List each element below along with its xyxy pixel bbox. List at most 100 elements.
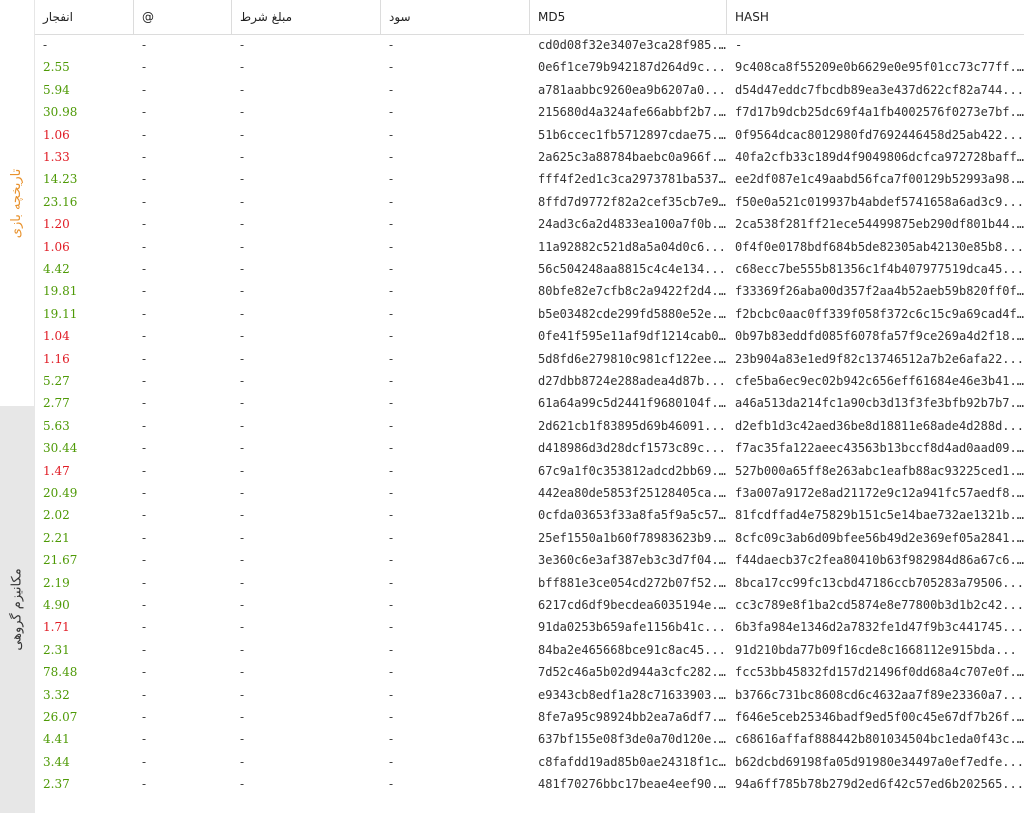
table-row[interactable]: 2.19 - - - bff881e3ce054cd272b07f52... 8bca17… — [35, 572, 1024, 594]
table-row[interactable]: 5.63 - - - 2d621cb1f83895d69b46091... d2efb1d… — [35, 415, 1024, 437]
cell-bet: - — [240, 329, 245, 344]
cell-profit: - — [389, 306, 394, 321]
table-row[interactable]: 3.44 - - - c8fafdd19ad85b0ae24318f1c... b62dc… — [35, 751, 1024, 773]
cell-at: - — [142, 620, 147, 635]
cell-bet: - — [240, 754, 245, 769]
cell-md5: 8fe7a95c98924bb2ea7a6df7... — [538, 710, 727, 724]
table-row[interactable]: 30.44 - - - d418986d3d28dcf1573c89c... f7ac35… — [35, 437, 1024, 459]
cell-at: - — [142, 396, 147, 411]
table-row[interactable]: 78.48 - - - 7d52c46a5b02d944a3cfc282... fcc53… — [35, 661, 1024, 683]
cell-crash: 4.42 — [43, 262, 70, 276]
cell-at: - — [142, 374, 147, 388]
cell-profit: - — [389, 194, 394, 209]
table-row[interactable]: 4.42 - - - 56c504248aa8815c4c4e134... c68ecc7… — [35, 258, 1024, 280]
cell-hash: fcc53bb45832fd157d21496f0dd68a4c707e0f..… — [735, 665, 1024, 680]
cell-at: - — [142, 329, 147, 344]
cell-crash: 2.77 — [43, 396, 70, 411]
cell-profit: - — [389, 732, 394, 747]
cell-crash: 14.23 — [43, 172, 78, 187]
cell-hash: f50e0a521c019937b4abdef5741658a6ad3c9... — [735, 194, 1024, 209]
cell-hash: cc3c789e8f1ba2cd5874e8e77800b3d1b2c42... — [735, 598, 1024, 612]
table-row[interactable]: 1.04 - - - 0fe41f595e11af9df1214cab0... 0b97b… — [35, 325, 1024, 347]
cell-at: - — [142, 687, 147, 702]
cell-profit: - — [389, 642, 394, 657]
cell-at: - — [142, 172, 147, 187]
tab-group-mechanism[interactable]: مکانیزم گروهی — [0, 406, 35, 813]
column-header-profit[interactable]: سود — [381, 0, 530, 35]
table-row[interactable]: 26.07 - - - 8fe7a95c98924bb2ea7a6df7... f646e… — [35, 706, 1024, 728]
table-row[interactable]: 1.06 - - - 51b6ccec1fb5712897cdae75... 0f9564… — [35, 124, 1024, 146]
table-row[interactable]: 5.27 - - - d27dbb8724e288adea4d87b... cfe5ba6… — [35, 370, 1024, 392]
column-header-crash[interactable]: انفجار — [35, 0, 134, 35]
cell-md5: e9343cb8edf1a28c71633903... — [538, 687, 727, 702]
column-header-md5[interactable]: MD5 — [530, 0, 727, 35]
column-header-hash[interactable]: HASH — [727, 0, 1024, 35]
cell-crash: 2.31 — [43, 642, 70, 657]
cell-crash: 5.94 — [43, 82, 70, 97]
cell-profit: - — [389, 710, 394, 724]
cell-hash: b3766c731bc8608cd6c4632aa7f89e23360a7... — [735, 687, 1024, 702]
cell-hash: 0b97b83eddfd085f6078fa57f9ce269a4d2f18..… — [735, 329, 1024, 344]
table-row[interactable]: 20.49 - - - 442ea80de5853f25128405ca... f3a00… — [35, 482, 1024, 504]
cell-bet: - — [240, 396, 245, 411]
cell-bet: - — [240, 620, 245, 635]
table-row[interactable]: 4.41 - - - 637bf155e08f3de0a70d120e... c68616… — [35, 728, 1024, 750]
table-row[interactable]: 3.32 - - - e9343cb8edf1a28c71633903... b3766c… — [35, 684, 1024, 706]
cell-bet: - — [240, 262, 245, 276]
table-row[interactable]: 19.11 - - - b5e03482cde299fd5880e52e... f2bcb… — [35, 303, 1024, 325]
table-row[interactable]: 2.37 - - - 481f70276bbc17beae4eef90... 94a6ff… — [35, 773, 1024, 795]
cell-hash: 6b3fa984e1346d2a7832fe1d47f9b3c441745... — [735, 620, 1024, 635]
cell-md5: 0cfda03653f33a8fa5f9a5c57... — [538, 508, 727, 523]
table-row[interactable]: 19.81 - - - 80bfe82e7cfb8c2a9422f2d4... f3336… — [35, 280, 1024, 302]
cell-bet: - — [240, 463, 245, 478]
table-row[interactable]: 2.55 - - - 0e6f1ce79b942187d264d9c... 9c408ca… — [35, 56, 1024, 78]
table-row[interactable]: 5.94 - - - a781aabbc9260ea9b6207a0... d54d47e… — [35, 79, 1024, 101]
cell-at: - — [142, 418, 147, 433]
column-header-bet[interactable]: مبلغ شرط — [232, 0, 381, 35]
cell-bet: - — [240, 239, 245, 254]
table-row[interactable]: 2.77 - - - 61a64a99c5d2441f9680104f... a46a51… — [35, 392, 1024, 414]
cell-crash: - — [43, 38, 48, 52]
cell-profit: - — [389, 150, 394, 164]
table-row[interactable]: 21.67 - - - 3e360c6e3af387eb3c3d7f04... f44da… — [35, 549, 1024, 571]
table-row[interactable]: 1.20 - - - 24ad3c6a2d4833ea100a7f0b... 2ca538… — [35, 213, 1024, 235]
cell-hash: 0f4f0e0178bdf684b5de82305ab42130e85b8... — [735, 239, 1024, 254]
cell-crash: 1.04 — [43, 329, 70, 344]
cell-profit: - — [389, 486, 394, 500]
cell-hash: f44daecb37c2fea80410b63f982984d86a67c6..… — [735, 553, 1024, 568]
table-row[interactable]: 1.33 - - - 2a625c3a88784baebc0a966f... 40fa2c… — [35, 146, 1024, 168]
table-row[interactable]: 2.31 - - - 84ba2e465668bce91c8ac45... 91d210b… — [35, 639, 1024, 661]
cell-md5: d418986d3d28dcf1573c89c... — [538, 441, 726, 456]
cell-bet: - — [240, 306, 245, 321]
column-header-at[interactable]: @ — [134, 0, 232, 35]
tab-game-history[interactable]: تاریخچه بازی — [0, 0, 35, 406]
cell-profit: - — [389, 418, 394, 433]
table-row[interactable]: 2.21 - - - 25ef1550a1b60f78983623b9... 8cfc09… — [35, 527, 1024, 549]
table-row[interactable]: 23.16 - - - 8ffd7d9772f82a2cef35cb7e9... f50e… — [35, 191, 1024, 213]
cell-crash: 1.33 — [43, 150, 70, 164]
cell-hash: b62dcbd69198fa05d91980e34497a0ef7edfe... — [735, 754, 1024, 769]
cell-bet: - — [240, 710, 245, 724]
cell-at: - — [142, 530, 147, 545]
cell-md5: cd0d08f32e3407e3ca28f985... — [538, 38, 727, 52]
table-row[interactable]: - - - - cd0d08f32e3407e3ca28f985... - — [35, 34, 1024, 56]
cell-hash: 2ca538f281ff21ece54499875eb290df801b44..… — [735, 217, 1024, 232]
table-row[interactable]: 1.16 - - - 5d8fd6e279810c981cf122ee... 23b904… — [35, 348, 1024, 370]
cell-profit: - — [389, 463, 394, 478]
cell-profit: - — [389, 441, 394, 456]
table-row[interactable]: 14.23 - - - fff4f2ed1c3ca2973781ba537... ee2d… — [35, 168, 1024, 190]
table-row[interactable]: 2.02 - - - 0cfda03653f33a8fa5f9a5c57... 81fcd… — [35, 504, 1024, 526]
table-row[interactable]: 4.90 - - - 6217cd6df9becdea6035194e... cc3c78… — [35, 594, 1024, 616]
cell-at: - — [142, 486, 147, 500]
cell-crash: 2.02 — [43, 508, 70, 523]
table-row[interactable]: 1.71 - - - 91da0253b659afe1156b41c... 6b3fa98… — [35, 616, 1024, 638]
table-row[interactable]: 1.06 - - - 11a92882c521d8a5a04d0c6... 0f4f0e0… — [35, 236, 1024, 258]
cell-md5: 6217cd6df9becdea6035194e... — [538, 598, 727, 612]
table-row[interactable]: 1.47 - - - 67c9a1f0c353812adcd2bb69... 527b00… — [35, 460, 1024, 482]
cell-at: - — [142, 754, 147, 769]
cell-hash: f7ac35fa122aeec43563b13bccf8d4ad0aad09..… — [735, 441, 1024, 456]
cell-md5: 0e6f1ce79b942187d264d9c... — [538, 60, 726, 75]
table-row[interactable]: 30.98 - - - 215680d4a324afe66abbf2b7... f7d17… — [35, 101, 1024, 123]
cell-md5: 3e360c6e3af387eb3c3d7f04... — [538, 553, 727, 568]
cell-profit: - — [389, 82, 394, 97]
